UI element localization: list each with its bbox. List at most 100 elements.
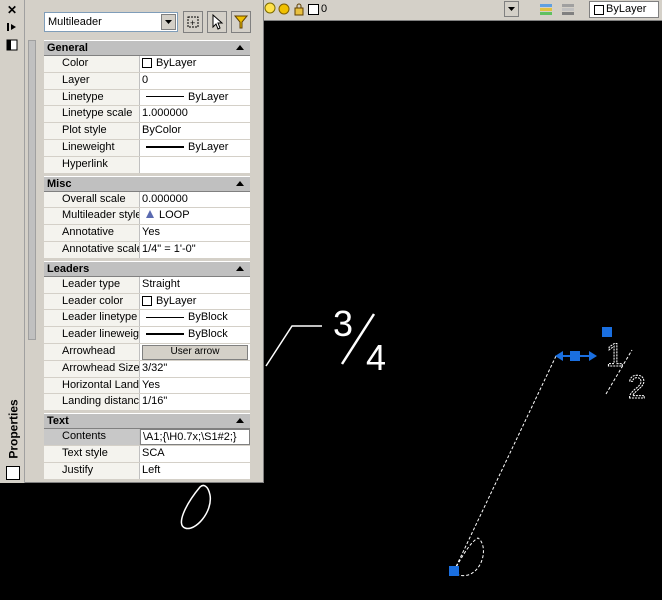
object-type-select[interactable]: Multileader xyxy=(44,12,178,32)
property-row-annotative[interactable]: Annotative Yes xyxy=(44,225,250,242)
palette-scroll-thumb[interactable] xyxy=(28,40,36,340)
select-objects-button[interactable] xyxy=(207,11,227,33)
toggle-pickadd-button[interactable]: + xyxy=(183,11,203,33)
annotative-icon xyxy=(146,210,154,219)
grip-landing-stretch-right[interactable] xyxy=(589,351,597,361)
collapse-arrow-icon[interactable] xyxy=(236,45,244,50)
leader-loop-1[interactable] xyxy=(180,484,211,530)
property-row-landing-distance[interactable]: Landing distance 1/16" xyxy=(44,394,250,412)
category-leaders[interactable]: Leaders xyxy=(44,260,250,277)
color-control[interactable]: ByLayer xyxy=(589,1,659,18)
pickadd-icon: + xyxy=(187,16,199,28)
collapse-arrow-icon[interactable] xyxy=(236,418,244,424)
property-row-annotative-scale[interactable]: Annotative scale 1/4" = 1'-0" xyxy=(44,241,250,259)
color-swatch xyxy=(142,295,152,306)
property-row-arrowhead[interactable]: Arrowhead User arrow xyxy=(44,343,250,361)
freeze-sun-icon[interactable] xyxy=(277,2,291,16)
property-value[interactable]: ByColor xyxy=(140,123,250,139)
lineweight-sample xyxy=(146,146,184,149)
category-misc[interactable]: Misc xyxy=(44,175,250,192)
property-value[interactable] xyxy=(140,156,250,173)
grip-arrowhead[interactable] xyxy=(449,566,459,576)
property-name: Leader type xyxy=(44,276,140,293)
property-row-leader-type[interactable]: Leader type Straight xyxy=(44,276,250,294)
property-name: Leader linetype xyxy=(44,310,140,327)
property-value[interactable]: 0 xyxy=(140,72,250,89)
property-value[interactable]: 1/16" xyxy=(140,394,250,411)
property-value[interactable]: SCA xyxy=(140,445,250,462)
selection-row: Multileader + xyxy=(44,11,254,34)
property-row-contents[interactable]: Contents \A1;{\H0.7x;\S1#2;} xyxy=(44,429,250,446)
property-row-leader-lineweight[interactable]: Leader lineweight ByBlock xyxy=(44,327,250,344)
property-value[interactable]: Left xyxy=(140,462,250,479)
property-value[interactable]: LOOP xyxy=(140,208,250,225)
layer-dropdown-button[interactable] xyxy=(504,1,519,17)
property-name: Annotative scale xyxy=(44,241,140,258)
property-value[interactable]: 3/32" xyxy=(140,360,250,377)
grip-landing-stretch-left[interactable] xyxy=(555,351,563,361)
property-value[interactable]: ByBlock xyxy=(140,327,250,343)
leader-line-1[interactable] xyxy=(265,325,322,367)
svg-text:+: + xyxy=(190,18,195,28)
property-value[interactable]: ByLayer xyxy=(140,293,250,310)
property-row-arrowhead-size[interactable]: Arrowhead Size 3/32" xyxy=(44,360,250,378)
property-value[interactable]: User arrow xyxy=(140,343,250,360)
property-row-plot-style[interactable]: Plot style ByColor xyxy=(44,123,250,140)
property-row-color[interactable]: Color ByLayer xyxy=(44,56,250,73)
property-row-lineweight[interactable]: Lineweight ByLayer xyxy=(44,139,250,157)
property-value[interactable]: ByLayer xyxy=(140,89,250,106)
layer-toolbar: 0 ByLayer xyxy=(263,0,662,21)
layer-states-icon[interactable] xyxy=(539,2,553,16)
layer-previous-icon[interactable] xyxy=(561,2,575,16)
property-name: Hyperlink xyxy=(44,156,140,173)
property-row-leader-color[interactable]: Leader color ByLayer xyxy=(44,293,250,311)
property-value[interactable]: Yes xyxy=(140,377,250,394)
object-type-dropdown-button[interactable] xyxy=(161,14,176,30)
property-name: Landing distance xyxy=(44,394,140,411)
property-value[interactable]: Yes xyxy=(140,225,250,241)
properties-palette: ✕ Properties Multileader + General Color B… xyxy=(0,0,264,483)
property-row-leader-linetype[interactable]: Leader linetype ByBlock xyxy=(44,310,250,328)
property-value-text: ByLayer xyxy=(156,57,197,69)
category-general[interactable]: General xyxy=(44,40,250,56)
lightbulb-icon[interactable] xyxy=(263,2,277,16)
lock-icon[interactable] xyxy=(292,2,306,16)
property-value[interactable]: ByLayer xyxy=(140,56,250,72)
quick-select-icon xyxy=(233,15,249,29)
palette-scrollbar[interactable] xyxy=(27,40,37,478)
property-value[interactable]: ByBlock xyxy=(140,310,250,327)
property-value[interactable]: 1/4" = 1'-0" xyxy=(140,241,250,258)
chevron-down-icon xyxy=(508,7,515,11)
category-text[interactable]: Text xyxy=(44,413,250,430)
arrowhead-button[interactable]: User arrow xyxy=(142,344,248,360)
property-row-horizontal-landing[interactable]: Horizontal LandingYes xyxy=(44,377,250,395)
property-name: Text style xyxy=(44,445,140,462)
property-value[interactable]: Straight xyxy=(140,276,250,293)
lineweight-sample xyxy=(146,333,184,336)
property-row-linetype[interactable]: Linetype ByLayer xyxy=(44,89,250,107)
close-icon[interactable]: ✕ xyxy=(5,3,19,17)
collapse-arrow-icon[interactable] xyxy=(236,265,244,271)
property-row-multileader-style[interactable]: Multileader style LOOP xyxy=(44,208,250,226)
category-label: Leaders xyxy=(47,262,90,275)
property-row-justify[interactable]: Justify Left xyxy=(44,462,250,480)
property-row-layer[interactable]: Layer 0 xyxy=(44,72,250,90)
property-value[interactable]: \A1;{\H0.7x;\S1#2;} xyxy=(140,429,250,445)
property-row-linetype-scale[interactable]: Linetype scale 1.000000 xyxy=(44,106,250,124)
autohide-icon[interactable] xyxy=(5,20,19,34)
collapse-arrow-icon[interactable] xyxy=(236,180,244,186)
palette-properties-icon[interactable] xyxy=(6,466,20,480)
property-row-text-style[interactable]: Text style SCA xyxy=(44,445,250,463)
quick-select-button[interactable] xyxy=(231,11,251,33)
property-row-hyperlink[interactable]: Hyperlink xyxy=(44,156,250,174)
grip-text[interactable] xyxy=(602,327,612,337)
property-value[interactable]: 0.000000 xyxy=(140,191,250,208)
property-value[interactable]: ByLayer xyxy=(140,139,250,156)
property-row-overall-scale[interactable]: Overall scale 0.000000 xyxy=(44,191,250,209)
property-value[interactable]: 1.000000 xyxy=(140,106,250,123)
property-name: Contents xyxy=(44,429,140,445)
property-name: Arrowhead Size xyxy=(44,360,140,377)
leader-line-2-selected[interactable] xyxy=(453,355,590,572)
property-name: Arrowhead xyxy=(44,343,140,360)
palette-options-icon[interactable] xyxy=(5,38,19,52)
